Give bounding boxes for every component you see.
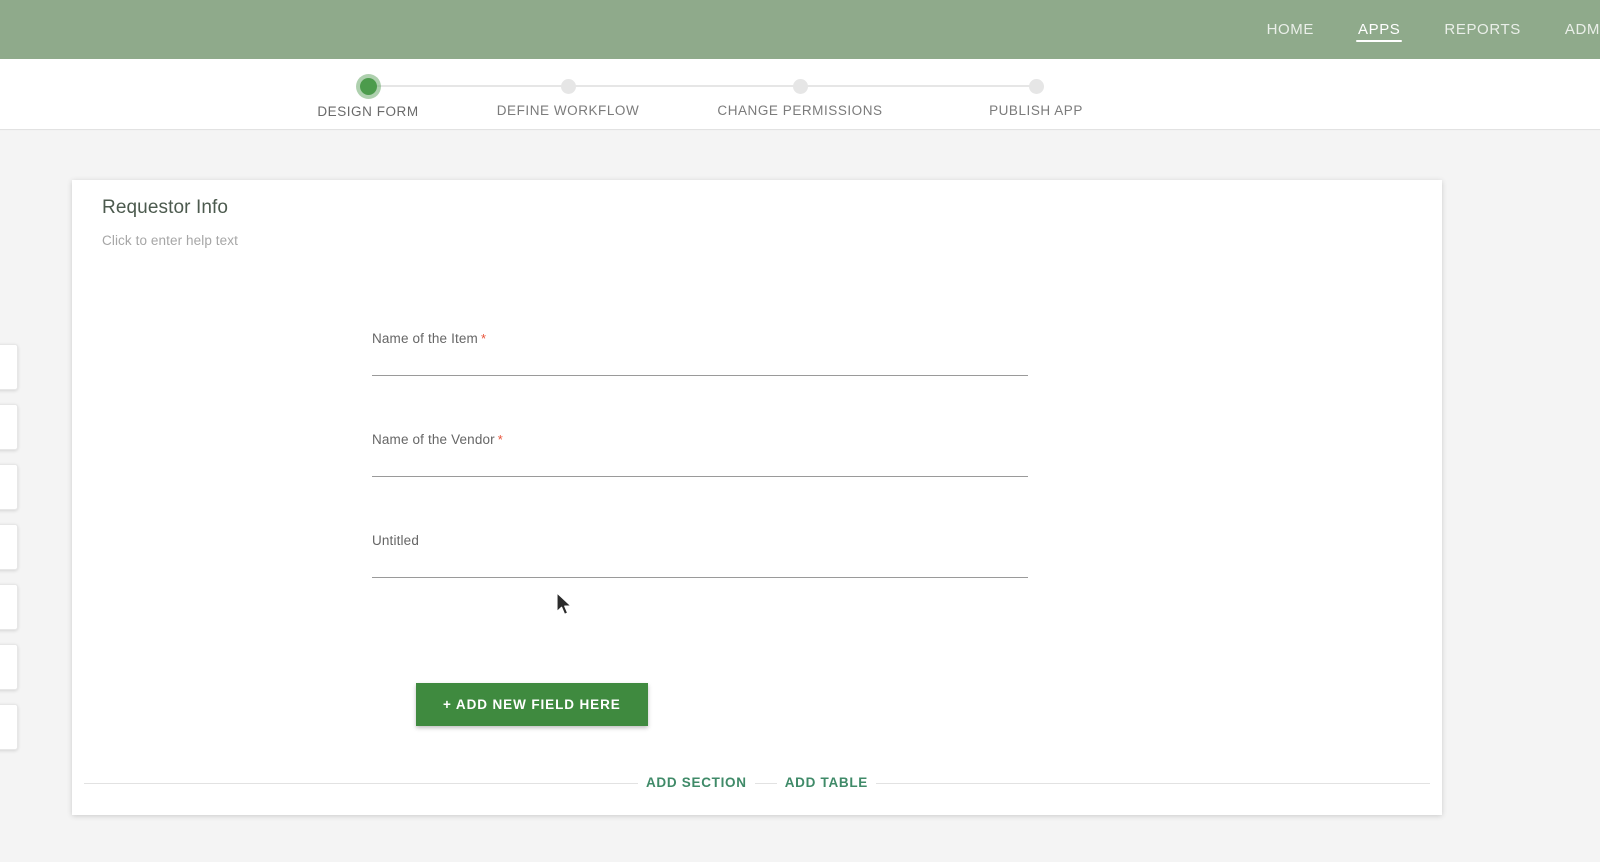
card-footer: ADD SECTION ADD TABLE xyxy=(72,773,1442,793)
footer-actions: ADD SECTION ADD TABLE xyxy=(72,773,1442,793)
palette-tile[interactable] xyxy=(0,704,18,750)
form-fields-list: Name of the Item * Name of the Vendor * Un… xyxy=(372,331,1028,634)
palette-tile[interactable] xyxy=(0,584,18,630)
field-palette xyxy=(0,344,18,764)
field-input-underline[interactable] xyxy=(372,577,1028,578)
add-table-button[interactable]: ADD TABLE xyxy=(776,773,876,793)
nav-item-home[interactable]: HOME xyxy=(1245,0,1336,59)
step-design-form-dot xyxy=(359,78,377,95)
required-marker: * xyxy=(480,331,487,346)
add-section-button[interactable]: ADD SECTION xyxy=(637,773,755,793)
step-define-workflow-dot xyxy=(560,79,576,94)
stepper-line-1 xyxy=(368,85,568,87)
field-label-text: Name of the Item xyxy=(372,331,478,346)
palette-tile[interactable] xyxy=(0,644,18,690)
step-change-permissions[interactable]: CHANGE PERMISSIONS xyxy=(700,75,900,118)
main-navigation: HOME APPS REPORTS ADM xyxy=(1245,0,1600,59)
add-new-field-button[interactable]: + ADD NEW FIELD HERE xyxy=(416,683,648,726)
nav-item-apps-label: APPS xyxy=(1357,21,1401,38)
form-field-untitled[interactable]: Untitled xyxy=(372,533,1028,578)
nav-item-reports-label: REPORTS xyxy=(1444,21,1521,38)
step-define-workflow-label: DEFINE WORKFLOW xyxy=(496,103,640,118)
step-publish-app[interactable]: PUBLISH APP xyxy=(936,75,1136,118)
field-label: Name of the Item * xyxy=(372,331,1028,346)
step-change-permissions-label: CHANGE PERMISSIONS xyxy=(717,103,883,118)
palette-tile[interactable] xyxy=(0,404,18,450)
form-designer-canvas: Requestor Info Click to enter help text … xyxy=(0,131,1600,862)
field-label: Name of the Vendor * xyxy=(372,432,1028,447)
field-label-text: Name of the Vendor xyxy=(372,432,495,447)
field-input-underline[interactable] xyxy=(372,476,1028,477)
palette-tile[interactable] xyxy=(0,344,18,390)
step-change-permissions-dot xyxy=(792,79,808,94)
stepper: DESIGN FORM DEFINE WORKFLOW CHANGE PERMI… xyxy=(268,75,1148,131)
stepper-line-3 xyxy=(800,85,1036,87)
step-publish-app-dot xyxy=(1028,79,1044,94)
step-design-form-label: DESIGN FORM xyxy=(317,104,419,119)
form-section-card: Requestor Info Click to enter help text … xyxy=(72,180,1442,815)
nav-item-admin[interactable]: ADM xyxy=(1543,0,1600,59)
nav-item-apps[interactable]: APPS xyxy=(1336,0,1422,59)
section-title[interactable]: Requestor Info xyxy=(102,197,228,219)
step-publish-app-label: PUBLISH APP xyxy=(989,103,1083,118)
top-header-bar: HOME APPS REPORTS ADM xyxy=(0,0,1600,59)
app-builder-stepper-bar: DESIGN FORM DEFINE WORKFLOW CHANGE PERMI… xyxy=(0,59,1600,130)
step-design-form[interactable]: DESIGN FORM xyxy=(268,75,468,119)
nav-item-reports[interactable]: REPORTS xyxy=(1422,0,1542,59)
palette-tile[interactable] xyxy=(0,524,18,570)
stepper-line-2 xyxy=(568,85,800,87)
form-field-name-of-the-vendor[interactable]: Name of the Vendor * xyxy=(372,432,1028,477)
form-field-name-of-the-item[interactable]: Name of the Item * xyxy=(372,331,1028,376)
nav-item-home-label: HOME xyxy=(1266,21,1314,38)
nav-item-admin-label: ADM xyxy=(1564,21,1600,38)
field-input-underline[interactable] xyxy=(372,375,1028,376)
required-marker: * xyxy=(497,432,503,447)
palette-tile[interactable] xyxy=(0,464,18,510)
step-define-workflow[interactable]: DEFINE WORKFLOW xyxy=(468,75,668,118)
section-help-text[interactable]: Click to enter help text xyxy=(102,233,238,248)
field-label-text: Untitled xyxy=(372,533,419,548)
field-label: Untitled xyxy=(372,533,1028,548)
